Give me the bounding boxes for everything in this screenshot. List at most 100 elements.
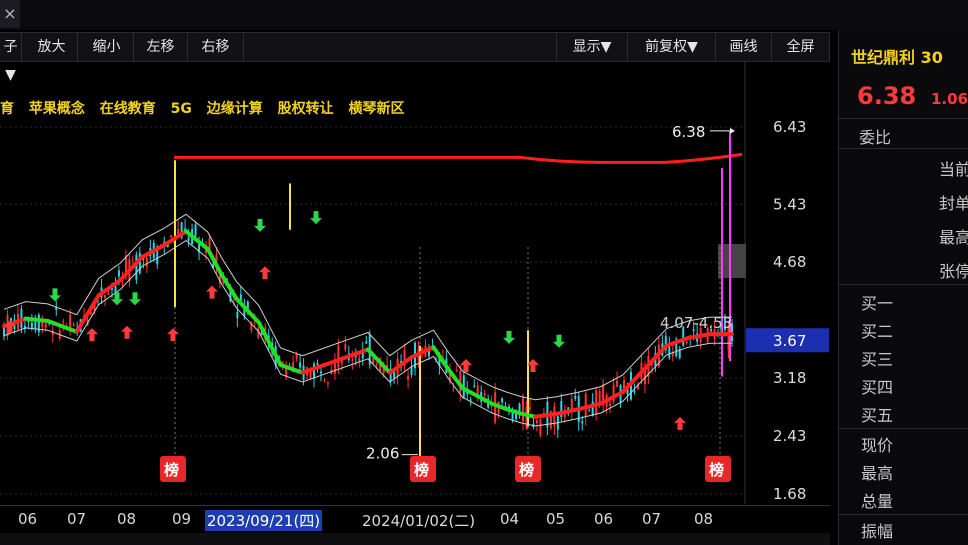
concept-tag[interactable]: 在线教育 bbox=[100, 101, 156, 117]
display-dropdown-button[interactable]: 显示▼ bbox=[556, 33, 628, 61]
divider bbox=[839, 428, 968, 429]
candle-body bbox=[107, 293, 110, 295]
candle-body bbox=[473, 385, 476, 387]
divider bbox=[839, 148, 968, 149]
candle-body bbox=[452, 387, 455, 389]
close-icon[interactable]: × bbox=[0, 0, 20, 28]
ma-upper-line bbox=[3, 213, 732, 401]
candle-body bbox=[41, 321, 44, 328]
candle-body bbox=[104, 295, 107, 298]
concept-tag[interactable]: 苹果概念 bbox=[29, 101, 85, 117]
fullscreen-button[interactable]: 全屏 bbox=[772, 33, 830, 61]
x-tick-label: 07 bbox=[67, 510, 87, 528]
divider bbox=[839, 118, 968, 119]
y-tick-label: 1.68 bbox=[773, 485, 806, 503]
ma-main-segment bbox=[366, 347, 392, 375]
candle-body bbox=[135, 254, 138, 280]
zoom-in-button[interactable]: 放大 bbox=[26, 33, 78, 61]
candle-body bbox=[34, 320, 37, 330]
high-label: 最高 bbox=[939, 228, 968, 247]
down-arrow-icon bbox=[254, 218, 266, 232]
candle-body bbox=[539, 419, 542, 436]
ma-main-segment bbox=[45, 318, 65, 329]
candle-body bbox=[633, 391, 636, 393]
candle-body bbox=[44, 323, 47, 328]
candle-body bbox=[410, 366, 413, 375]
concept-tag[interactable]: 边缘计算 bbox=[207, 101, 263, 117]
x-tick-label: 2024/01/02(二) bbox=[362, 512, 476, 530]
candle-body bbox=[365, 341, 368, 344]
quote-panel: 世纪鼎利 30 6.38 1.06 委比 当前 封单 最高 张停 买一 买二 买… bbox=[838, 30, 968, 545]
overlay-red-line bbox=[174, 152, 743, 164]
candle-body bbox=[574, 395, 577, 399]
x-tick-label: 08 bbox=[694, 510, 714, 528]
up-arrow-icon bbox=[121, 325, 133, 339]
high-pointer-icon bbox=[730, 127, 735, 134]
x-tick-label: 06 bbox=[18, 510, 38, 528]
up-arrow-icon bbox=[206, 285, 218, 299]
stock-name: 世纪鼎利 30 bbox=[851, 48, 943, 67]
candle-body bbox=[72, 324, 75, 326]
zoom-out-button[interactable]: 缩小 bbox=[80, 33, 134, 61]
candle-body bbox=[407, 375, 410, 380]
candle-body bbox=[616, 380, 619, 387]
candle-body bbox=[609, 403, 612, 407]
candle-body bbox=[299, 362, 302, 368]
current-price-label: 3.67 bbox=[773, 332, 806, 350]
up-arrow-icon bbox=[674, 416, 686, 430]
ma-main-segment bbox=[460, 386, 480, 398]
candle-body bbox=[316, 363, 319, 365]
candle-body bbox=[313, 363, 316, 379]
candle-body bbox=[337, 345, 340, 368]
candle-body bbox=[469, 399, 472, 401]
candle-body bbox=[595, 389, 598, 414]
concept-tag[interactable]: 5G bbox=[171, 101, 192, 117]
candle-body bbox=[340, 360, 343, 364]
chart-toolbar: 子▼ 放大 缩小 左移 右移 显示▼ 前复权▼ 画线 全屏 bbox=[0, 32, 830, 83]
candle-body bbox=[30, 322, 33, 329]
y-tick-label: 4.68 bbox=[773, 253, 806, 271]
concept-tag[interactable]: 育 bbox=[0, 101, 14, 117]
status-footer bbox=[0, 533, 830, 545]
candle-body bbox=[528, 407, 531, 409]
time-axis: 06 07 08 09 2023/09/21(四) 2024/01/02(二) … bbox=[0, 505, 830, 533]
indicator-dropdown-button[interactable]: 子▼ bbox=[0, 33, 22, 83]
draw-line-button[interactable]: 画线 bbox=[716, 33, 772, 61]
candle-body bbox=[187, 237, 190, 241]
x-tick-label: 07 bbox=[642, 510, 662, 528]
period-high-label: 6.38 bbox=[672, 123, 705, 141]
seal-order-label: 封单 bbox=[939, 194, 968, 213]
candle-body bbox=[131, 260, 134, 262]
stat-current-price: 现价 bbox=[861, 436, 894, 455]
candle-body bbox=[483, 393, 486, 396]
board-badge-label: 榜 bbox=[414, 461, 429, 479]
candle-body bbox=[351, 359, 354, 361]
candle-body bbox=[354, 356, 357, 358]
concept-tag[interactable]: 横琴新区 bbox=[348, 101, 404, 117]
down-arrow-icon bbox=[553, 334, 565, 348]
board-badge-label: 榜 bbox=[709, 461, 724, 479]
candle-body bbox=[372, 358, 375, 364]
current-label: 当前 bbox=[939, 160, 968, 179]
concept-tag[interactable]: 股权转让 bbox=[278, 101, 334, 117]
ma-main-segment bbox=[23, 316, 50, 323]
adjust-dropdown-button[interactable]: 前复权▼ bbox=[628, 33, 716, 61]
ma-main-segment bbox=[598, 390, 625, 406]
y-tick-label: 5.43 bbox=[773, 195, 806, 213]
move-left-button[interactable]: 左移 bbox=[134, 33, 188, 61]
ma-main-segment bbox=[74, 293, 101, 334]
candle-body bbox=[501, 398, 504, 403]
title-bar: × bbox=[0, 0, 968, 30]
candle-body bbox=[535, 420, 538, 424]
last-price: 6.38 bbox=[857, 82, 917, 110]
x-tick-label: 06 bbox=[594, 510, 614, 528]
candle-body bbox=[375, 364, 378, 366]
candle-body bbox=[194, 224, 197, 236]
move-right-button[interactable]: 右移 bbox=[188, 33, 244, 61]
ma-main-segment bbox=[256, 320, 283, 367]
candle-body bbox=[581, 421, 584, 424]
price-chart[interactable]: 6.43 5.43 4.68 3.18 2.43 1.68 3.67 榜 榜 榜 榜 6.38 2.06… bbox=[0, 62, 830, 504]
price-change: 1.06 bbox=[931, 90, 968, 108]
down-arrow-icon bbox=[310, 211, 322, 225]
ma-main-segment bbox=[577, 401, 603, 412]
